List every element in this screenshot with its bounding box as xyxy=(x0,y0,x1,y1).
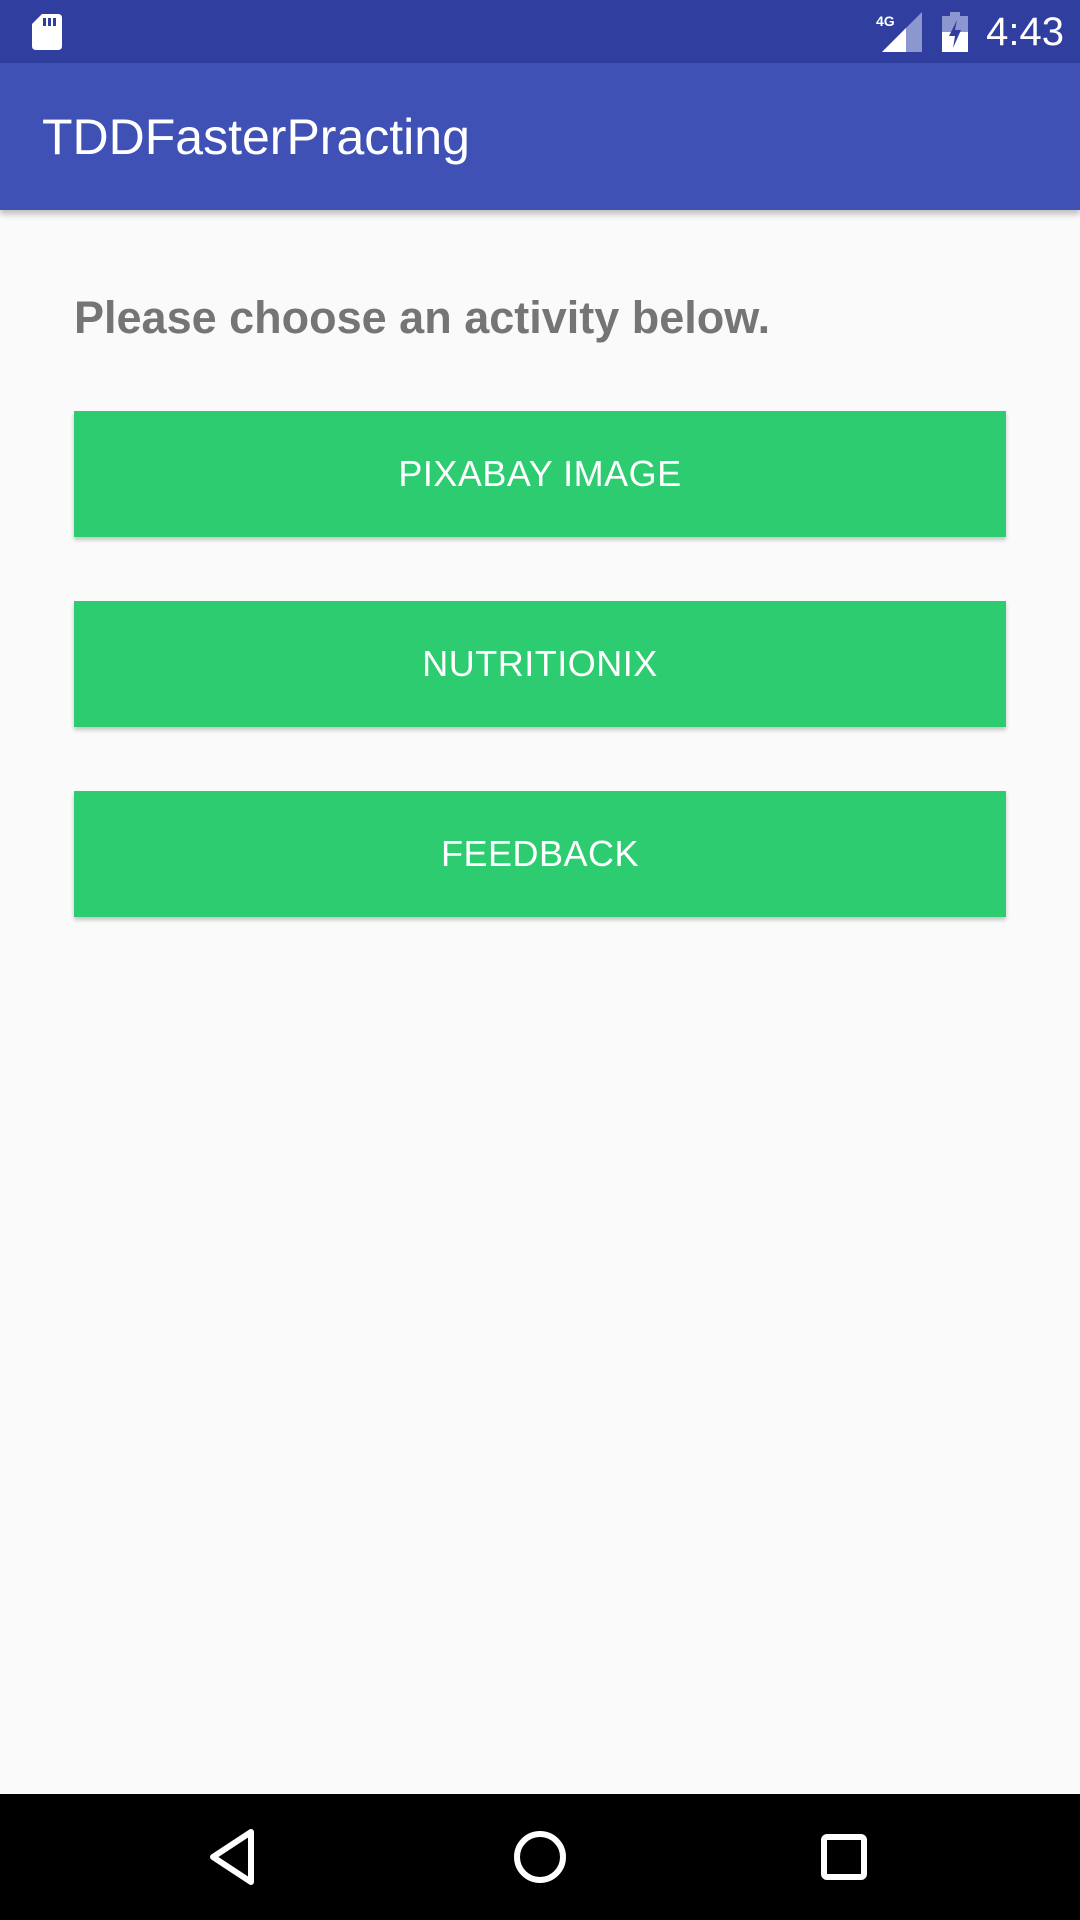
recents-icon[interactable] xyxy=(811,1824,877,1890)
feedback-button[interactable]: FEEDBACK xyxy=(74,791,1006,917)
nutritionix-button[interactable]: NUTRITIONIX xyxy=(74,601,1006,727)
navigation-bar xyxy=(0,1794,1080,1920)
home-icon[interactable] xyxy=(507,1824,573,1890)
app-title: TDDFasterPracting xyxy=(42,109,470,165)
app-bar: TDDFasterPracting xyxy=(0,63,1080,210)
back-icon[interactable] xyxy=(203,1824,269,1890)
status-bar: 4G 4:43 xyxy=(0,0,1080,63)
cellular-signal-icon: 4G xyxy=(876,12,922,52)
sd-card-icon xyxy=(32,14,62,50)
activity-prompt: Please choose an activity below. xyxy=(74,292,771,343)
pixabay-image-button[interactable]: PIXABAY IMAGE xyxy=(74,411,1006,537)
status-time: 4:43 xyxy=(986,10,1064,54)
svg-text:4G: 4G xyxy=(876,13,895,29)
battery-charging-icon xyxy=(942,12,968,52)
